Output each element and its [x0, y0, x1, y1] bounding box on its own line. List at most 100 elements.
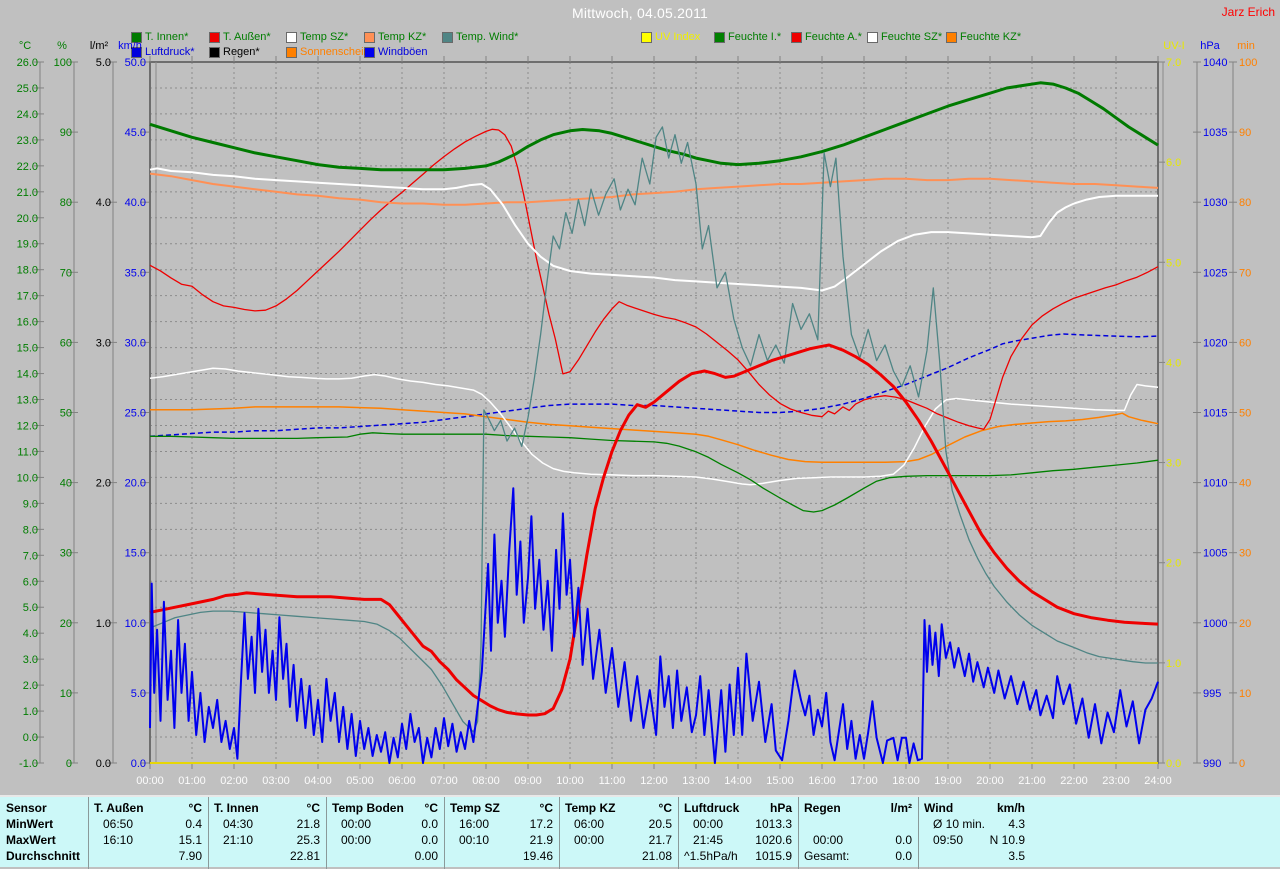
legend-item-regen[interactable]: Regen*	[209, 46, 260, 58]
legend-swatch-luftdruck	[131, 46, 142, 58]
table-row-headers: Sensor MinWert MaxWert Durchschnitt	[0, 797, 87, 869]
table-col-t_innen: T. Innen °C 04:30 21.8 21:10 25.3 22.81	[208, 797, 325, 869]
x-tick-label: 05:00	[346, 775, 374, 787]
weather-chart: °C 26.0 25.0 24.0 23.0 22.0 21.0 20.0 19.0 18.0 17…	[17, 40, 1258, 787]
x-tick-label: 09:00	[514, 775, 542, 787]
axis-tick-label: 22.0	[17, 161, 38, 173]
legend-swatch-temp_sz	[286, 31, 297, 43]
plot-area[interactable]	[150, 62, 1158, 763]
legend-label-sonnenschein: Sonnenschein	[300, 46, 370, 58]
axis-tick-label: 15.0	[125, 548, 146, 560]
axis-tick-label: 0.0	[23, 732, 38, 744]
x-tick-label: 15:00	[766, 775, 794, 787]
legend-item-temp_wind[interactable]: Temp. Wind*	[442, 31, 518, 43]
max-time-luftdruck: 21:45	[693, 833, 724, 847]
axis-tick-label: 24.0	[17, 109, 38, 121]
axis-tick-label: 45.0	[125, 127, 146, 139]
col-unit-luftdruck: hPa	[769, 801, 792, 815]
col-unit-t_innen: °C	[306, 801, 320, 815]
col-name-wind: Wind	[924, 801, 954, 815]
axis-tick-label: 60	[1239, 337, 1251, 349]
avg-value-temp_kz: 21.08	[641, 849, 672, 863]
x-tick-label: 18:00	[892, 775, 920, 787]
table-col-luftdruck: Luftdruck hPa 00:00 1013.3 21:45 1020.6 ^1.5hP…	[678, 797, 797, 869]
min-value-t_innen: 21.8	[296, 817, 320, 831]
axis-tick-label: 0	[1239, 758, 1245, 770]
legend-label-uv_index: UV Index	[655, 31, 701, 43]
legend-item-temp_sz[interactable]: Temp SZ*	[286, 31, 349, 43]
max-time-wind: 09:50	[933, 833, 964, 847]
legend-label-feuchte_i: Feuchte I.*	[728, 31, 782, 43]
legend-swatch-feuchte_sz	[867, 31, 878, 43]
legend-item-uv_index[interactable]: UV Index	[641, 31, 701, 43]
axis-tick-label: 6.0	[23, 576, 38, 588]
x-tick-label: 16:00	[808, 775, 836, 787]
legend-item-temp_kz[interactable]: Temp KZ*	[364, 31, 426, 43]
x-tick-label: 08:00	[472, 775, 500, 787]
axis-tick-label: 10	[60, 688, 72, 700]
col-unit-regen: l/m²	[890, 801, 912, 815]
x-tick-label: 02:00	[220, 775, 248, 787]
axis-tick-label: 50	[1239, 408, 1251, 420]
table-col-temp_sz: Temp SZ °C 16:00 17.2 00:10 21.9 19.46	[444, 797, 558, 869]
axis-tick-label: 1000	[1203, 618, 1227, 630]
axis-tick-label: 1.0	[1166, 658, 1181, 670]
legend-swatch-uv_index	[641, 31, 652, 43]
min-time-temp_boden: 00:00	[341, 817, 372, 831]
x-tick-label: 20:00	[976, 775, 1004, 787]
col-name-temp_sz: Temp SZ	[450, 801, 500, 815]
legend-item-feuchte_sz[interactable]: Feuchte SZ*	[867, 31, 943, 43]
axis-header-c: °C	[19, 40, 31, 52]
axis-tick-label: 20	[60, 618, 72, 630]
col-unit-wind: km/h	[996, 801, 1025, 815]
col-unit-temp_boden: °C	[424, 801, 438, 815]
axis-header-lm2: l/m²	[90, 40, 109, 52]
legend-item-windboeen[interactable]: Windböen	[364, 46, 428, 58]
axis-header-pct: %	[57, 40, 67, 52]
legend-swatch-feuchte_a	[791, 31, 802, 43]
legend-item-luftdruck[interactable]: Luftdruck*	[131, 46, 195, 58]
table-col-temp_boden: Temp Boden °C 00:00 0.0 00:00 0.0 0.00	[326, 797, 443, 869]
axis-tick-label: 40	[60, 478, 72, 490]
legend-label-feuchte_sz: Feuchte SZ*	[881, 31, 943, 43]
axis-tick-label: 1025	[1203, 267, 1227, 279]
axis-tick-label: 90	[60, 127, 72, 139]
x-tick-label: 10:00	[556, 775, 584, 787]
legend-swatch-temp_kz	[364, 31, 375, 43]
min-time-luftdruck: 00:00	[693, 817, 724, 831]
legend-item-feuchte_kz[interactable]: Feuchte KZ*	[946, 31, 1021, 43]
x-tick-label: 03:00	[262, 775, 290, 787]
min-time-temp_kz: 06:00	[574, 817, 605, 831]
axis-tick-label: 3.0	[23, 654, 38, 666]
avg-value-temp_boden: 0.00	[414, 849, 438, 863]
axis-tick-label: 7.0	[23, 550, 38, 562]
row-header-minwert: MinWert	[6, 817, 54, 831]
axis-tick-label: 40.0	[125, 197, 146, 209]
max-time-temp_sz: 00:10	[459, 833, 490, 847]
x-tick-label: 23:00	[1102, 775, 1130, 787]
x-tick-label: 11:00	[599, 775, 626, 787]
min-value-temp_sz: 17.2	[529, 817, 553, 831]
col-name-luftdruck: Luftdruck	[684, 801, 740, 815]
row-header-sensor: Sensor	[6, 801, 47, 815]
avg-label-regen: Gesamt:	[804, 849, 850, 863]
axis-tick-label: 100	[54, 57, 72, 69]
axis-tick-label: 3.0	[1166, 458, 1181, 470]
legend-item-feuchte_a[interactable]: Feuchte A.*	[791, 31, 862, 43]
axis-tick-label: 21.0	[17, 187, 38, 199]
axis-tick-label: 1040	[1203, 57, 1227, 69]
legend-label-temp_sz: Temp SZ*	[300, 31, 349, 43]
legend-item-feuchte_i[interactable]: Feuchte I.*	[714, 31, 782, 43]
legend-item-sonnenschein[interactable]: Sonnenschein	[286, 46, 370, 58]
axis-tick-label: 20.0	[17, 213, 38, 225]
col-name-temp_boden: Temp Boden	[332, 801, 404, 815]
col-name-regen: Regen	[804, 801, 841, 815]
legend-item-t_aussen[interactable]: T. Außen*	[209, 31, 271, 43]
axis-tick-label: 1015	[1203, 408, 1227, 420]
legend-item-t_innen[interactable]: T. Innen*	[131, 31, 188, 43]
axis-tick-label: 80	[1239, 197, 1251, 209]
axis-tick-label: 23.0	[17, 135, 38, 147]
min-time-t_innen: 04:30	[223, 817, 254, 831]
table-col-wind: Wind km/h Ø 10 min. 4.3 09:50 N 10.9 3.5	[918, 797, 1280, 869]
weather-chart-window: Mittwoch, 04.05.2011 Jarz Erich °C 26.0 25…	[0, 0, 1280, 795]
